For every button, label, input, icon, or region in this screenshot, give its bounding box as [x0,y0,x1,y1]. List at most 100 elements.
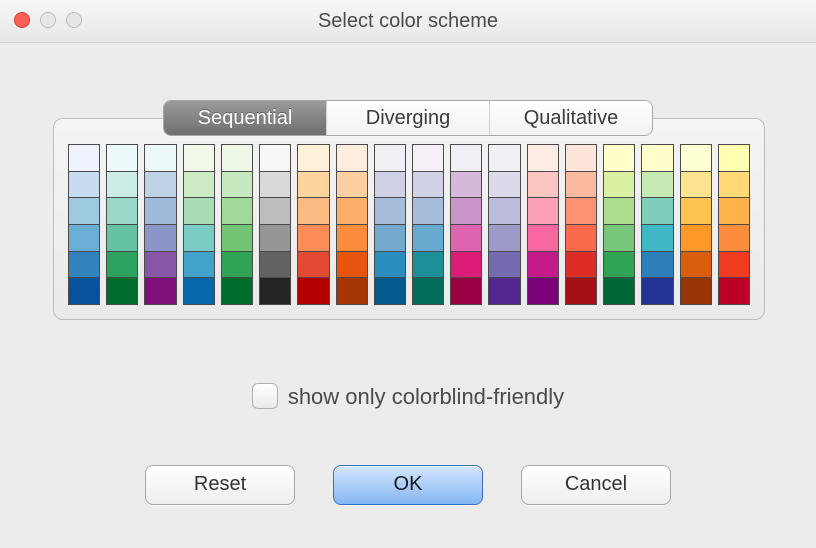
palette-swatch [642,251,672,278]
palette-reds[interactable] [565,144,597,305]
palette-swatch [298,251,328,278]
palette-swatch [681,171,711,198]
palette-swatch [337,251,367,278]
palette-swatch [719,251,749,278]
palette-swatch [642,197,672,224]
palette-gnbu[interactable] [183,144,215,305]
palette-swatch [528,277,558,304]
window-zoom-button[interactable] [66,12,82,28]
window-minimize-button[interactable] [40,12,56,28]
palette-swatch [681,224,711,251]
palette-swatch [222,251,252,278]
palette-rdpu[interactable] [527,144,559,305]
window-close-button[interactable] [14,12,30,28]
cancel-button[interactable]: Cancel [521,465,671,505]
palette-swatch [298,145,328,171]
palette-swatch [489,145,519,171]
tab-sequential[interactable]: Sequential [164,101,326,135]
palette-swatch [375,251,405,278]
palette-swatch [413,251,443,278]
palette-purd[interactable] [450,144,482,305]
palette-swatch [222,277,252,304]
palette-swatch [642,224,672,251]
palette-swatch [184,171,214,198]
palette-oranges[interactable] [336,144,368,305]
palette-swatch [260,251,290,278]
titlebar: Select color scheme [0,0,816,43]
palette-swatch [69,171,99,198]
palette-swatch [184,224,214,251]
ok-button[interactable]: OK [333,465,483,505]
palette-ylgn[interactable] [603,144,635,305]
palette-swatch [145,251,175,278]
palette-swatch [681,251,711,278]
palette-greens[interactable] [221,144,253,305]
palette-pubu[interactable] [374,144,406,305]
palette-swatch [719,171,749,198]
palette-swatch [451,171,481,198]
palette-swatch [528,171,558,198]
tab-diverging[interactable]: Diverging [326,101,489,135]
palette-swatch [604,277,634,304]
scheme-type-tabs: SequentialDivergingQualitative [163,100,653,136]
palette-swatch [451,224,481,251]
dialog-body: SequentialDivergingQualitative show only… [0,43,816,548]
palette-ylorrd[interactable] [718,144,750,305]
palette-swatch [451,277,481,304]
palette-panel [53,118,765,320]
palette-swatch [145,171,175,198]
palette-blues[interactable] [68,144,100,305]
palette-swatch [451,145,481,171]
palette-orrd[interactable] [297,144,329,305]
palette-swatch [375,197,405,224]
palette-swatch [413,224,443,251]
palette-swatch [145,145,175,171]
palette-swatch [375,224,405,251]
palette-swatch [69,251,99,278]
palette-swatch [719,145,749,171]
palette-swatch [107,277,137,304]
palette-swatch [528,251,558,278]
palette-swatch [528,197,558,224]
palette-bugn[interactable] [106,144,138,305]
palette-swatch [642,145,672,171]
palette-swatch [489,197,519,224]
tab-qualitative[interactable]: Qualitative [489,101,652,135]
palette-swatch [184,197,214,224]
palette-swatch [604,197,634,224]
palette-swatch [451,197,481,224]
window-title: Select color scheme [0,0,816,42]
palette-swatch [260,145,290,171]
palette-greys[interactable] [259,144,291,305]
palette-bupu[interactable] [144,144,176,305]
palette-swatch [451,251,481,278]
palette-swatch [145,277,175,304]
palette-ylorbr[interactable] [680,144,712,305]
colorblind-option-row: show only colorblind-friendly [0,383,816,410]
palette-swatch [413,145,443,171]
palette-swatch [489,171,519,198]
palette-swatch [222,197,252,224]
palette-swatch [69,224,99,251]
palette-swatch [107,145,137,171]
palette-swatch [222,171,252,198]
palette-swatch [69,277,99,304]
palette-swatch [107,251,137,278]
palette-swatch [145,224,175,251]
palette-swatch [145,197,175,224]
palette-pubugn[interactable] [412,144,444,305]
palette-swatch [375,171,405,198]
palette-swatch [107,224,137,251]
palette-swatch [489,224,519,251]
palette-purples[interactable] [488,144,520,305]
palette-swatch [566,224,596,251]
colorblind-only-checkbox[interactable] [252,383,278,409]
palette-swatch [184,277,214,304]
palette-ylgnbu[interactable] [641,144,673,305]
palette-swatch [489,277,519,304]
palette-swatch [298,224,328,251]
window-controls [14,12,82,28]
reset-button[interactable]: Reset [145,465,295,505]
palette-swatch [375,145,405,171]
palette-swatch [337,171,367,198]
